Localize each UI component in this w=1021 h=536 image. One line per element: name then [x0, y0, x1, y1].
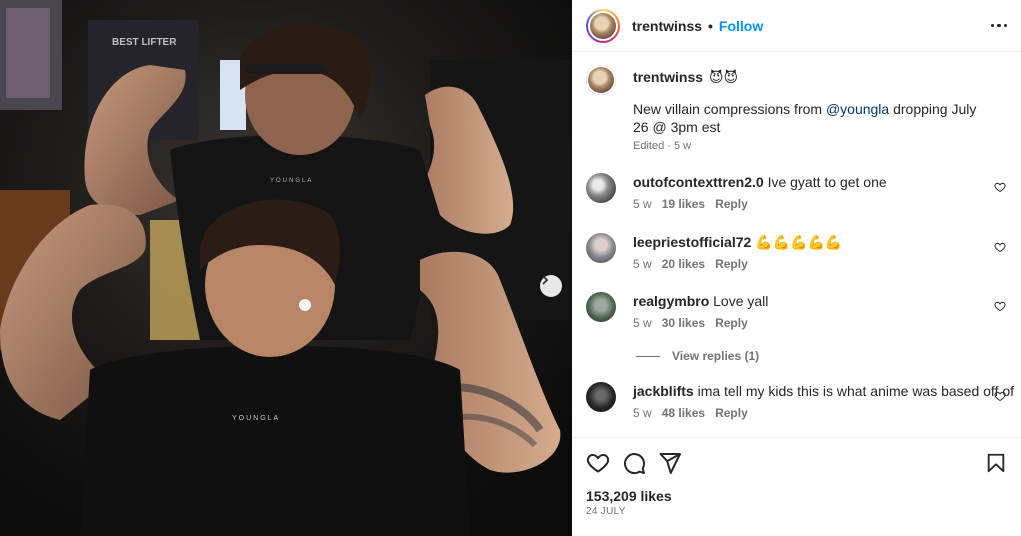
comment-text: Love yall: [713, 293, 769, 309]
comment-likes[interactable]: 20 likes: [662, 257, 705, 271]
bookmark-icon: [987, 453, 1005, 473]
commenter-avatar[interactable]: [586, 173, 616, 203]
reply-button[interactable]: Reply: [715, 257, 748, 271]
comment-username[interactable]: outofcontexttren2.0: [633, 174, 764, 190]
post-actions: 153,209 likes 24 JULY: [572, 437, 1021, 536]
mention-link[interactable]: @youngla: [826, 101, 889, 117]
caption-emoji: 😈😈: [708, 69, 739, 85]
paper-plane-icon: [659, 453, 681, 474]
follow-button[interactable]: Follow: [719, 18, 763, 34]
more-options-icon[interactable]: [990, 23, 1007, 28]
comment-likes[interactable]: 19 likes: [662, 197, 705, 211]
comment-time: 5 w: [633, 197, 652, 211]
post-image[interactable]: YOUNGLA YOUNGLA BEST LIFTER: [0, 0, 572, 536]
save-button[interactable]: [985, 452, 1007, 474]
comment-text: 💪💪💪💪💪: [755, 234, 843, 250]
share-button[interactable]: [658, 451, 682, 475]
chevron-right-icon: [542, 275, 549, 285]
comment-text: ima tell my kids this is what anime was …: [697, 383, 1015, 399]
caption-text: New villain compressions from @youngla d…: [633, 101, 977, 135]
shirt-logo-top: YOUNGLA: [270, 178, 313, 184]
comment-likes[interactable]: 30 likes: [662, 316, 705, 330]
heart-icon[interactable]: [994, 241, 1006, 253]
next-image-button[interactable]: [540, 275, 562, 297]
post-detail-panel: trentwinss • Follow trentwinss 😈😈 New vi…: [572, 0, 1021, 536]
comments-section[interactable]: trentwinss 😈😈 New villain compressions f…: [572, 53, 1021, 437]
comment-username[interactable]: leepriestofficial72: [633, 234, 751, 250]
heart-icon[interactable]: [994, 390, 1006, 402]
comment-button[interactable]: [622, 451, 646, 475]
heart-icon[interactable]: [994, 181, 1006, 193]
comment-time: 5 w: [633, 316, 652, 330]
post-header: trentwinss • Follow: [572, 0, 1021, 52]
gym-sign-text: BEST LIFTER: [112, 37, 177, 48]
like-button[interactable]: [586, 451, 610, 475]
reply-button[interactable]: Reply: [715, 406, 748, 420]
separator-dot: •: [708, 17, 713, 34]
comment-text: Ive gyatt to get one: [767, 174, 887, 190]
caption-avatar[interactable]: [586, 65, 616, 95]
shirt-logo-bottom: YOUNGLA: [232, 415, 280, 422]
comment-username[interactable]: jackblifts: [633, 383, 694, 399]
comment-item: outofcontexttren2.0 Ive gyatt to get one…: [586, 171, 1006, 211]
commenter-avatar[interactable]: [586, 292, 616, 322]
author-username[interactable]: trentwinss: [632, 18, 702, 34]
reply-button[interactable]: Reply: [715, 316, 748, 330]
caption-username[interactable]: trentwinss: [633, 69, 703, 85]
view-replies-label: View replies (1): [672, 349, 760, 363]
comment-likes[interactable]: 48 likes: [662, 406, 705, 420]
view-replies-button[interactable]: View replies (1): [636, 349, 759, 363]
comment-item: realgymbro Love yall 5 w 30 likes Reply: [586, 290, 1006, 330]
gym-photo-illustration: YOUNGLA YOUNGLA BEST LIFTER: [0, 0, 572, 536]
comment-item: leepriestofficial72 💪💪💪💪💪 5 w 20 likes Rep…: [586, 231, 1006, 271]
commenter-avatar[interactable]: [586, 233, 616, 263]
speech-bubble-icon: [624, 453, 646, 475]
author-avatar[interactable]: [586, 8, 620, 43]
reply-button[interactable]: Reply: [715, 197, 748, 211]
likes-count[interactable]: 153,209 likes: [586, 488, 672, 504]
comment-username[interactable]: realgymbro: [633, 293, 709, 309]
post-date: 24 JULY: [586, 506, 626, 517]
comment-time: 5 w: [633, 257, 652, 271]
heart-icon: [586, 454, 610, 473]
comment-time: 5 w: [633, 406, 652, 420]
commenter-avatar[interactable]: [586, 382, 616, 412]
comment-item: jackblifts ima tell my kids this is what…: [586, 380, 1014, 420]
heart-icon[interactable]: [994, 300, 1006, 312]
caption-meta: Edited · 5 w: [633, 140, 692, 152]
replies-divider-line: [636, 355, 660, 357]
